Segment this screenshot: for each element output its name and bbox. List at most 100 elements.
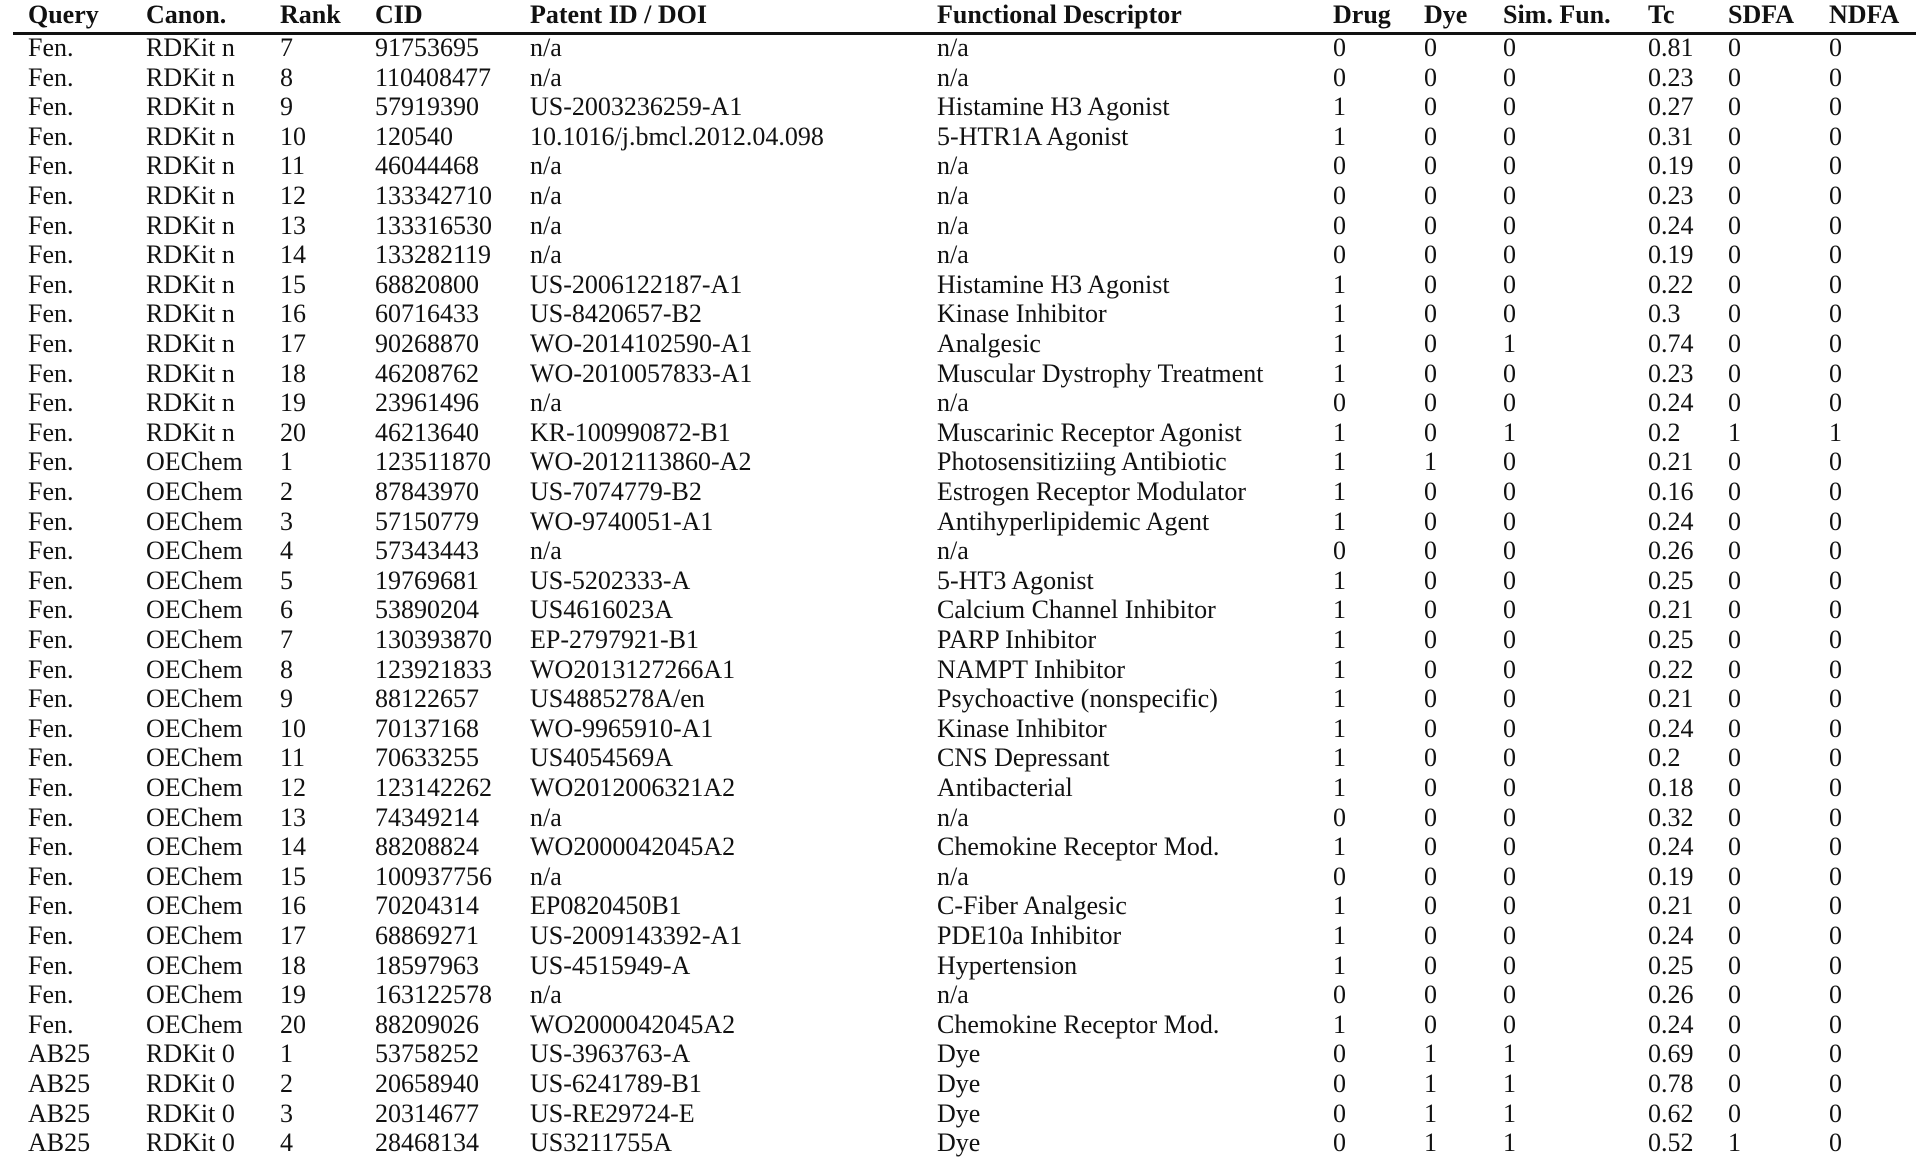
cell-sdfa: 1 — [1728, 417, 1741, 447]
header-query: Query — [28, 0, 99, 29]
cell-patent-id: KR-100990872-B1 — [530, 417, 731, 447]
cell-dye: 0 — [1424, 861, 1437, 891]
cell-query: AB25 — [28, 1069, 91, 1098]
cell-dye: 0 — [1424, 536, 1437, 566]
cell-patent-id: US-8420657-B2 — [530, 299, 702, 329]
cell-rank: 19 — [280, 980, 306, 1010]
table-row: Fen. OEChem 19 163122578 n/a n/a 0 0 0 0.26 0 0 — [0, 980, 1920, 1010]
cell-drug: 1 — [1333, 891, 1346, 921]
table-row: Fen. RDKit n 20 46213640 KR-100990872-B1 Musc… — [0, 418, 1920, 448]
cell-rank: 13 — [280, 210, 306, 240]
cell-functional-descriptor: NAMPT Inhibitor — [937, 654, 1126, 684]
cell-drug: 0 — [1333, 151, 1346, 181]
cell-sim-fun: 0 — [1503, 181, 1516, 210]
cell-canon: OEChem — [146, 565, 243, 595]
cell-patent-id: US-4515949-A — [530, 950, 691, 980]
cell-cid: 70137168 — [375, 713, 479, 743]
cell-query: Fen. — [28, 33, 74, 62]
cell-functional-descriptor: Dye — [937, 1069, 981, 1098]
cell-sdfa: 0 — [1728, 950, 1741, 980]
cell-rank: 18 — [280, 358, 306, 388]
cell-cid: 23961496 — [375, 388, 479, 418]
cell-dye: 0 — [1424, 802, 1437, 832]
cell-sdfa: 0 — [1728, 151, 1741, 181]
cell-drug: 1 — [1333, 329, 1346, 358]
cell-dye: 0 — [1424, 625, 1437, 654]
cell-tc: 0.32 — [1648, 802, 1694, 832]
cell-cid: 46044468 — [375, 151, 479, 181]
cell-ndfa: 0 — [1829, 506, 1842, 536]
cell-tc: 0.24 — [1648, 506, 1694, 536]
cell-canon: RDKit n — [146, 388, 235, 418]
cell-tc: 0.81 — [1648, 33, 1694, 62]
cell-sim-fun: 1 — [1503, 1098, 1516, 1128]
cell-canon: RDKit 0 — [146, 1069, 235, 1098]
cell-tc: 0.25 — [1648, 565, 1694, 595]
cell-sim-fun: 0 — [1503, 980, 1516, 1010]
cell-functional-descriptor: Muscular Dystrophy Treatment — [937, 358, 1264, 388]
cell-sdfa: 0 — [1728, 802, 1741, 832]
cell-tc: 0.24 — [1648, 713, 1694, 743]
table-row: Fen. OEChem 6 53890204 US4616023A Calcium Cha… — [0, 595, 1920, 625]
cell-rank: 16 — [280, 299, 306, 329]
cell-query: Fen. — [28, 891, 74, 921]
cell-patent-id: US4054569A — [530, 743, 674, 773]
cell-dye: 0 — [1424, 950, 1437, 980]
cell-canon: RDKit 0 — [146, 1098, 235, 1128]
cell-query: Fen. — [28, 210, 74, 240]
cell-query: Fen. — [28, 240, 74, 270]
cell-tc: 0.22 — [1648, 269, 1694, 299]
cell-drug: 1 — [1333, 565, 1346, 595]
cell-cid: 70633255 — [375, 743, 479, 773]
cell-dye: 0 — [1424, 210, 1437, 240]
cell-cid: 90268870 — [375, 329, 479, 358]
table-row: Fen. RDKit n 10 120540 10.1016/j.bmcl.2012.0… — [0, 122, 1920, 152]
cell-sim-fun: 1 — [1503, 417, 1516, 447]
cell-rank: 4 — [280, 1128, 293, 1158]
cell-drug: 0 — [1333, 1098, 1346, 1128]
cell-patent-id: n/a — [530, 980, 562, 1010]
cell-drug: 1 — [1333, 595, 1346, 625]
cell-query: Fen. — [28, 417, 74, 447]
table-row: Fen. RDKit n 8 110408477 n/a n/a 0 0 0 0.23 0 0 — [0, 63, 1920, 93]
table-row: Fen. RDKit n 16 60716433 US-8420657-B2 Kinase… — [0, 299, 1920, 329]
cell-canon: OEChem — [146, 536, 243, 566]
cell-patent-id: n/a — [530, 536, 562, 566]
cell-dye: 0 — [1424, 477, 1437, 506]
cell-canon: RDKit n — [146, 269, 235, 299]
cell-cid: 46213640 — [375, 417, 479, 447]
cell-cid: 46208762 — [375, 358, 479, 388]
cell-tc: 0.18 — [1648, 773, 1694, 802]
cell-functional-descriptor: Histamine H3 Agonist — [937, 269, 1170, 299]
cell-rank: 19 — [280, 388, 306, 418]
cell-cid: 88122657 — [375, 684, 479, 714]
cell-rank: 9 — [280, 684, 293, 714]
table-row: Fen. OEChem 9 88122657 US4885278A/en Psychoac… — [0, 684, 1920, 714]
cell-ndfa: 0 — [1829, 595, 1842, 625]
cell-sdfa: 0 — [1728, 536, 1741, 566]
cell-canon: RDKit n — [146, 181, 235, 210]
cell-query: Fen. — [28, 536, 74, 566]
table-header-row: Query Canon. Rank CID Patent ID / DOI Functio… — [0, 0, 1920, 30]
cell-drug: 1 — [1333, 625, 1346, 654]
cell-query: Fen. — [28, 950, 74, 980]
cell-functional-descriptor: Muscarinic Receptor Agonist — [937, 417, 1242, 447]
cell-drug: 1 — [1333, 832, 1346, 862]
cell-functional-descriptor: n/a — [937, 388, 969, 418]
cell-patent-id: WO2000042045A2 — [530, 1009, 736, 1039]
cell-tc: 0.21 — [1648, 684, 1694, 714]
cell-query: Fen. — [28, 980, 74, 1010]
cell-tc: 0.22 — [1648, 654, 1694, 684]
cell-cid: 57150779 — [375, 506, 479, 536]
cell-drug: 0 — [1333, 802, 1346, 832]
cell-cid: 87843970 — [375, 477, 479, 506]
cell-ndfa: 0 — [1829, 891, 1842, 921]
cell-sdfa: 0 — [1728, 891, 1741, 921]
cell-drug: 1 — [1333, 92, 1346, 122]
cell-query: Fen. — [28, 565, 74, 595]
cell-canon: OEChem — [146, 595, 243, 625]
cell-canon: OEChem — [146, 625, 243, 654]
cell-sdfa: 0 — [1728, 1069, 1741, 1098]
cell-ndfa: 0 — [1829, 240, 1842, 270]
header-cid: CID — [375, 0, 423, 29]
